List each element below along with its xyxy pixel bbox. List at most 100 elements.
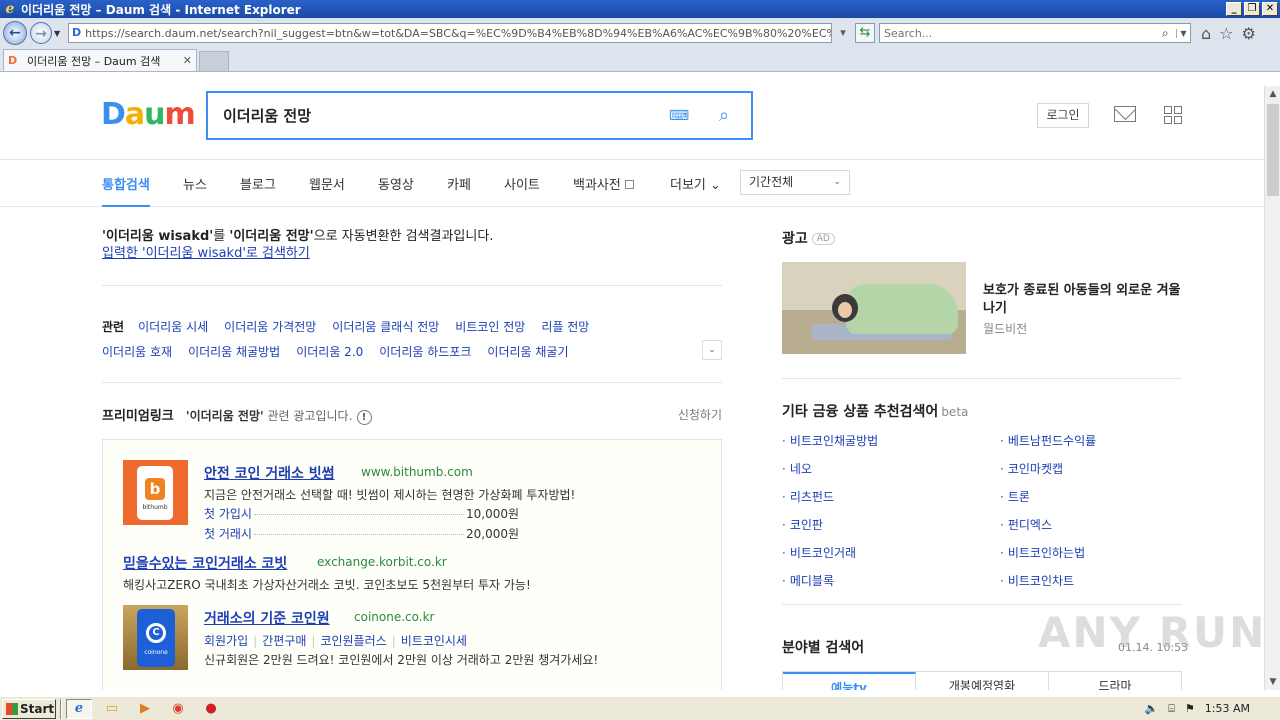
ad-sublink[interactable]: 비트코인시세: [401, 634, 467, 648]
new-tab-button[interactable]: [199, 51, 229, 71]
help-icon[interactable]: !: [356, 410, 372, 425]
related-link[interactable]: 이더리움 하드포크: [379, 345, 471, 359]
tab-encyclopedia[interactable]: 백과사전: [573, 174, 634, 193]
daum-search-input[interactable]: 이더리움 전망: [208, 105, 667, 126]
history-dropdown-icon[interactable]: ▼: [54, 29, 64, 38]
right-ad-title[interactable]: 보호가 종료된 아동들의 외로운 겨울나기: [983, 282, 1183, 318]
search-icon[interactable]: ⌕: [711, 105, 737, 126]
finance-keyword[interactable]: 비트코인거래: [782, 544, 856, 561]
related-link[interactable]: 이더리움 2.0: [296, 345, 363, 359]
minimize-button[interactable]: _: [1226, 2, 1242, 16]
ad-sublink[interactable]: 첫 거래시 20,000원: [204, 525, 519, 542]
tab-close-icon[interactable]: ✕: [183, 54, 192, 67]
finance-keyword[interactable]: 비트코인차트: [1000, 572, 1074, 589]
ad-url-coinone[interactable]: coinone.co.kr: [354, 610, 434, 624]
related-link[interactable]: 이더리움 시세: [138, 320, 208, 334]
tab-site[interactable]: 사이트: [504, 174, 540, 193]
finance-keyword[interactable]: 베트남펀드수익률: [1000, 432, 1096, 449]
finance-keyword[interactable]: 비트코인채굴방법: [782, 432, 878, 449]
finance-keyword[interactable]: 트론: [1000, 488, 1030, 505]
bithumb-thumbnail[interactable]: b bithumb: [123, 460, 188, 525]
volume-icon[interactable]: 🔈: [1145, 702, 1159, 715]
restore-button[interactable]: ❐: [1244, 2, 1260, 16]
login-button[interactable]: 로그인: [1037, 103, 1089, 128]
field-tab-drama[interactable]: 드라마: [1049, 672, 1181, 690]
expand-related-button[interactable]: ⌄: [702, 340, 722, 360]
ad-title-bithumb[interactable]: 안전 코인 거래소 빗썸: [204, 463, 335, 483]
ad-url-bithumb[interactable]: www.bithumb.com: [361, 465, 473, 479]
close-window-button[interactable]: ✕: [1262, 2, 1278, 16]
ad-sublink[interactable]: 첫 가입시 10,000원: [204, 505, 519, 522]
bithumb-logo-icon: b: [145, 478, 165, 500]
scroll-down-icon[interactable]: ▼: [1265, 674, 1280, 690]
ie-search-input[interactable]: [884, 26, 1162, 40]
media-icon[interactable]: ▶: [132, 699, 158, 719]
keyboard-icon[interactable]: ⌨: [667, 108, 691, 124]
home-icon[interactable]: ⌂: [1201, 24, 1211, 43]
ad-title-coinone[interactable]: 거래소의 기준 코인원: [204, 608, 330, 628]
chrome-icon[interactable]: ◉: [165, 699, 191, 719]
coinone-thumbnail[interactable]: C coinone: [123, 605, 188, 670]
related-link[interactable]: 이더리움 클래식 전망: [332, 320, 439, 334]
search-provider-dropdown-icon[interactable]: ▼: [1176, 28, 1190, 38]
scroll-thumb[interactable]: [1267, 104, 1279, 196]
related-link[interactable]: 비트코인 전망: [455, 320, 525, 334]
ad-sublink[interactable]: 간편구매: [262, 634, 306, 648]
right-ad-image[interactable]: [782, 262, 966, 354]
tab-cafe[interactable]: 카페: [447, 174, 471, 193]
ad-title-korbit[interactable]: 믿을수있는 코인거래소 코빗: [123, 553, 287, 573]
finance-keyword[interactable]: 펀디엑스: [1000, 516, 1052, 533]
converted-query: '이더리움 전망': [229, 229, 314, 244]
page-scrollbar[interactable]: ▲ ▼: [1264, 86, 1280, 690]
related-link[interactable]: 이더리움 호재: [102, 345, 172, 359]
finance-keyword[interactable]: 네오: [782, 460, 812, 477]
logo-letter-m: m: [164, 97, 196, 132]
finance-keyword[interactable]: 메디블록: [782, 572, 834, 589]
related-link[interactable]: 이더리움 가격전망: [224, 320, 316, 334]
apps-grid-icon[interactable]: [1164, 106, 1182, 124]
finance-keyword[interactable]: 코인판: [782, 516, 823, 533]
forward-button[interactable]: →: [30, 22, 52, 44]
apply-ad-link[interactable]: 신청하기: [678, 406, 722, 423]
folder-icon[interactable]: ▭: [99, 699, 125, 719]
related-link[interactable]: 이더리움 채굴방법: [188, 345, 280, 359]
block-icon[interactable]: ●: [198, 699, 224, 719]
finance-keyword[interactable]: 리츠펀드: [782, 488, 834, 505]
clock[interactable]: 1:53 AM: [1205, 702, 1250, 715]
field-tab-variety[interactable]: 예능tv: [783, 672, 916, 690]
mail-icon[interactable]: [1114, 106, 1136, 122]
ad-sublink-label: 첫 거래시: [204, 527, 252, 541]
scroll-up-icon[interactable]: ▲: [1265, 86, 1280, 102]
ad-sublink[interactable]: 코인원플러스: [320, 634, 386, 648]
ie-search-box: ⌕ ▼: [879, 23, 1191, 43]
address-bar[interactable]: D https://search.daum.net/search?nil_sug…: [68, 23, 832, 43]
address-dropdown-icon[interactable]: ▾: [834, 23, 852, 43]
tab-news[interactable]: 뉴스: [183, 174, 207, 193]
related-link[interactable]: 리플 전망: [541, 320, 589, 334]
finance-keyword[interactable]: 비트코인하는법: [1000, 544, 1085, 561]
star-icon[interactable]: ☆: [1219, 24, 1233, 43]
back-button[interactable]: ←: [3, 21, 27, 45]
tab-video[interactable]: 동영상: [378, 174, 414, 193]
related-link[interactable]: 이더리움 채굴기: [487, 345, 568, 359]
daum-logo[interactable]: Daum: [101, 97, 196, 132]
ie-icon[interactable]: e: [66, 698, 92, 719]
tab-total-search[interactable]: 통합검색: [102, 174, 150, 207]
flag-icon[interactable]: ⚑: [1185, 702, 1195, 715]
tab-daum-search[interactable]: D 이더리움 전망 – Daum 검색 ✕: [3, 49, 197, 71]
refresh-button[interactable]: ⇆: [855, 23, 875, 43]
search-icon[interactable]: ⌕: [1162, 26, 1176, 41]
field-tab-upcoming-movie[interactable]: 개봉예정영화: [916, 672, 1049, 690]
tab-more[interactable]: 더보기 ⌄: [670, 174, 721, 193]
network-icon[interactable]: ⌸: [1168, 702, 1175, 716]
start-button[interactable]: Start: [2, 698, 56, 719]
period-select[interactable]: 기간전체 ⌄: [740, 170, 850, 195]
ad-sublink[interactable]: 회원가입: [204, 634, 248, 648]
gear-icon[interactable]: ⚙: [1242, 24, 1256, 43]
search-original-link[interactable]: 입력한 '이더리움 wisakd'로 검색하기: [102, 246, 310, 261]
tab-webdocs[interactable]: 웹문서: [309, 174, 345, 193]
finance-title: 기타 금융 상품 추천검색어: [782, 404, 939, 420]
ad-url-korbit[interactable]: exchange.korbit.co.kr: [317, 555, 447, 569]
tab-blog[interactable]: 블로그: [240, 174, 276, 193]
finance-keyword[interactable]: 코인마켓캡: [1000, 460, 1063, 477]
